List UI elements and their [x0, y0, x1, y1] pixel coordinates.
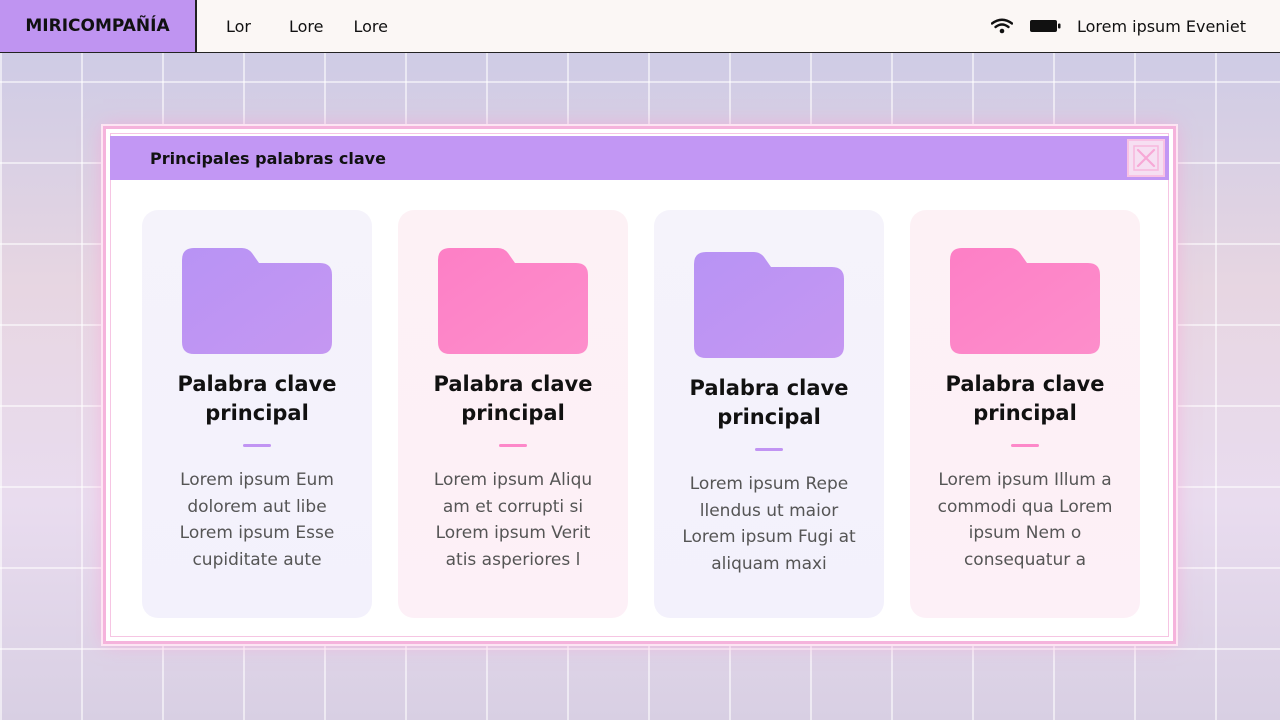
keyword-cards: Palabra clave principal Lorem ipsum Eum …	[142, 209, 1142, 619]
wifi-icon	[990, 18, 1013, 34]
card-title: Palabra clave principal	[433, 372, 593, 425]
keyword-card-3[interactable]: Palabra clave principal Lorem ipsum Repe…	[654, 210, 884, 618]
card-title: Palabra clave principal	[689, 376, 849, 429]
menu-item-2[interactable]: Lore	[289, 17, 324, 36]
keyword-card-1[interactable]: Palabra clave principal Lorem ipsum Eum …	[142, 210, 372, 618]
card-title: Palabra clave principal	[177, 372, 337, 425]
card-divider	[1011, 444, 1039, 447]
menu-item-1[interactable]: Lor	[226, 17, 251, 36]
card-title: Palabra clave principal	[945, 372, 1105, 425]
battery-icon	[1029, 20, 1061, 32]
close-icon	[1133, 145, 1159, 171]
menu-item-3[interactable]: Lore	[354, 17, 389, 36]
card-description: Lorem ipsum Aliqu am et corrupti si Lore…	[433, 470, 593, 570]
folder-icon	[182, 248, 332, 354]
card-divider	[499, 444, 527, 447]
card-description: Lorem ipsum Repe llendus ut maior Lorem …	[682, 474, 856, 574]
top-menu: Lor Lore Lore	[226, 17, 388, 36]
keyword-card-4[interactable]: Palabra clave principal Lorem ipsum Illu…	[910, 210, 1140, 618]
window-title: Principales palabras clave	[150, 148, 386, 168]
card-description: Lorem ipsum Eum dolorem aut libe Lorem i…	[179, 470, 335, 570]
keyword-card-2[interactable]: Palabra clave principal Lorem ipsum Aliq…	[398, 210, 628, 618]
brand-logo[interactable]: MIRICOMPAÑÍA	[0, 0, 197, 52]
folder-icon	[438, 248, 588, 354]
card-divider	[243, 444, 271, 447]
card-description: Lorem ipsum Illum a commodi qua Lorem ip…	[937, 470, 1113, 570]
keywords-window: Principales palabras clave Palabra clave…	[103, 126, 1176, 644]
folder-icon	[950, 248, 1100, 354]
card-divider	[755, 448, 783, 451]
folder-icon	[694, 252, 844, 358]
window-titlebar[interactable]: Principales palabras clave	[110, 136, 1169, 180]
top-bar: MIRICOMPAÑÍA Lor Lore Lore Lorem ipsum E…	[0, 0, 1280, 53]
status-area: Lorem ipsum Eveniet	[990, 0, 1246, 52]
close-button[interactable]	[1127, 139, 1165, 177]
status-text: Lorem ipsum Eveniet	[1076, 16, 1246, 36]
